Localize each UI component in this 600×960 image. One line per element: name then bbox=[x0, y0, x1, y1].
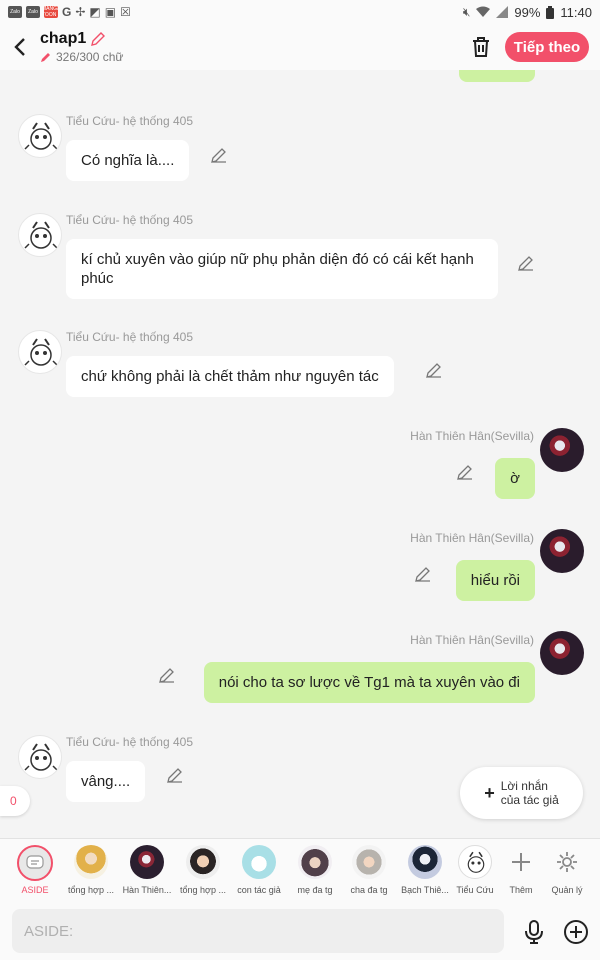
character-item[interactable]: tổng hợp ... bbox=[174, 845, 232, 895]
character-label: tổng hợp ... bbox=[180, 885, 226, 895]
character-avatar bbox=[458, 845, 492, 879]
author-note-line1: Lời nhắn bbox=[500, 779, 548, 793]
character-avatar bbox=[408, 845, 442, 879]
author-note-line2: của tác giả bbox=[500, 793, 559, 807]
battery-percent: 99% bbox=[514, 4, 541, 20]
character-label: ASIDE bbox=[21, 885, 49, 895]
character-selector: ASIDE tổng hợp ... Hàn Thiên... tổng hợp… bbox=[0, 838, 600, 902]
character-aside[interactable]: ASIDE bbox=[6, 845, 64, 895]
pencil-icon bbox=[41, 53, 50, 62]
plus-icon: + bbox=[484, 782, 495, 803]
character-item[interactable]: con tác giả bbox=[230, 845, 288, 895]
top-app-bar: chap1 326/300 chữ Tiếp theo bbox=[0, 24, 600, 70]
edit-message-icon[interactable] bbox=[425, 361, 443, 379]
robot-mascot-icon bbox=[24, 743, 58, 771]
chapter-title[interactable]: chap1 bbox=[40, 30, 86, 48]
character-label: Hàn Thiên... bbox=[122, 885, 172, 895]
chapter-title-block: chap1 326/300 chữ bbox=[40, 30, 123, 64]
chevron-left-icon bbox=[14, 38, 25, 56]
manage-label: Quản lý bbox=[551, 885, 583, 895]
comment-count-badge[interactable]: 0 bbox=[0, 786, 30, 816]
trash-icon[interactable] bbox=[468, 34, 494, 60]
signal-icon bbox=[496, 6, 509, 18]
sender-name: Hàn Thiên Hân(Sevilla) bbox=[410, 531, 534, 545]
sender-name: Tiểu Cứu- hệ thống 405 bbox=[66, 330, 194, 344]
sender-name: Tiểu Cứu- hệ thống 405 bbox=[66, 735, 194, 749]
sender-name: Tiểu Cứu- hệ thống 405 bbox=[66, 114, 194, 128]
character-avatar bbox=[298, 845, 332, 879]
notification-icons: Zalo Zalo MANGA TOON G ✢ ◩ ▣ ☒ bbox=[8, 6, 131, 18]
avatar[interactable] bbox=[18, 213, 62, 257]
message-bubble[interactable]: kí chủ xuyên vào giúp nữ phụ phản diện đ… bbox=[66, 239, 498, 299]
character-label: cha đa tg bbox=[350, 885, 388, 895]
character-item[interactable]: mẹ đa tg bbox=[286, 845, 344, 895]
message-bubble[interactable]: Có nghĩa là.... bbox=[66, 140, 190, 181]
mangatoon-app-icon: MANGA TOON bbox=[44, 6, 58, 18]
character-item[interactable]: Hàn Thiên... bbox=[118, 845, 176, 895]
character-avatar bbox=[242, 845, 276, 879]
message-bubble[interactable]: hiểu rồi bbox=[455, 560, 535, 601]
message-bubble[interactable]: nói cho ta sơ lược về Tg1 mà ta xuyên và… bbox=[203, 662, 535, 703]
chat-area[interactable]: Tiểu Cứu- hệ thống 405 Có nghĩa là.... T… bbox=[0, 70, 600, 838]
avatar[interactable] bbox=[18, 735, 62, 779]
character-item[interactable]: cha đa tg bbox=[340, 845, 398, 895]
message-bubble[interactable]: vâng.... bbox=[66, 761, 146, 802]
zalo-app-icon: Zalo bbox=[8, 6, 22, 18]
flipboard-icon: ◩ bbox=[89, 5, 101, 19]
character-avatar bbox=[352, 845, 386, 879]
message-bubble[interactable]: chứ không phải là chết thảm như nguyên t… bbox=[66, 356, 394, 397]
chat-bubble-icon bbox=[26, 855, 44, 869]
plus-icon bbox=[504, 845, 538, 879]
mute-icon: 🔇︎ bbox=[462, 5, 471, 19]
battery-icon bbox=[546, 5, 555, 19]
edit-title-icon[interactable] bbox=[90, 31, 106, 47]
pinwheel-icon: ✢ bbox=[75, 5, 86, 19]
avatar[interactable] bbox=[540, 529, 584, 573]
aside-avatar bbox=[17, 845, 53, 881]
sender-name: Hàn Thiên Hân(Sevilla) bbox=[410, 633, 534, 647]
robot-mascot-icon bbox=[467, 851, 485, 873]
message-bubble[interactable]: ờ bbox=[495, 458, 535, 499]
edit-message-icon[interactable] bbox=[210, 146, 228, 164]
clock: 11:40 bbox=[560, 4, 592, 20]
robot-mascot-icon bbox=[24, 338, 58, 366]
edit-message-icon[interactable] bbox=[414, 565, 432, 583]
character-item[interactable]: tổng hợp ... bbox=[62, 845, 120, 895]
character-avatar bbox=[186, 845, 220, 879]
manage-characters-button[interactable]: Quản lý bbox=[538, 845, 596, 895]
compose-bar bbox=[0, 902, 600, 960]
robot-mascot-icon bbox=[24, 221, 58, 249]
microphone-icon[interactable] bbox=[521, 919, 547, 945]
character-label: tổng hợp ... bbox=[68, 885, 114, 895]
gallery-icon: ▣ bbox=[104, 5, 117, 19]
avatar[interactable] bbox=[18, 114, 62, 158]
sender-name: Tiểu Cứu- hệ thống 405 bbox=[66, 213, 194, 227]
sender-name: Hàn Thiên Hân(Sevilla) bbox=[410, 429, 534, 443]
zalo-app-icon: Zalo bbox=[26, 6, 40, 18]
character-label: mẹ đa tg bbox=[297, 885, 333, 895]
avatar[interactable] bbox=[540, 631, 584, 675]
character-label: con tác giả bbox=[237, 885, 281, 895]
character-avatar bbox=[130, 845, 164, 879]
wifi-icon bbox=[476, 6, 491, 17]
next-chapter-button[interactable]: Tiếp theo bbox=[505, 32, 589, 62]
avatar[interactable] bbox=[18, 330, 62, 374]
robot-mascot-icon bbox=[24, 122, 58, 150]
author-note-button[interactable]: + Lời nhắn của tác giả bbox=[460, 767, 583, 819]
edit-message-icon[interactable] bbox=[166, 766, 184, 784]
character-avatar bbox=[74, 845, 108, 879]
back-button[interactable] bbox=[0, 24, 40, 70]
gear-icon bbox=[550, 845, 584, 879]
word-count: 326/300 chữ bbox=[56, 50, 124, 64]
edit-message-icon[interactable] bbox=[158, 666, 176, 684]
message-input[interactable] bbox=[12, 909, 504, 953]
add-attachment-icon[interactable] bbox=[563, 919, 589, 945]
message-bubble-partial bbox=[459, 70, 535, 82]
edit-message-icon[interactable] bbox=[517, 254, 535, 272]
google-icon: G bbox=[62, 5, 72, 19]
status-bar: Zalo Zalo MANGA TOON G ✢ ◩ ▣ ☒ 🔇︎ 99% 11… bbox=[0, 0, 600, 24]
avatar[interactable] bbox=[540, 428, 584, 472]
edit-message-icon[interactable] bbox=[456, 463, 474, 481]
close-box-icon: ☒ bbox=[120, 5, 131, 19]
